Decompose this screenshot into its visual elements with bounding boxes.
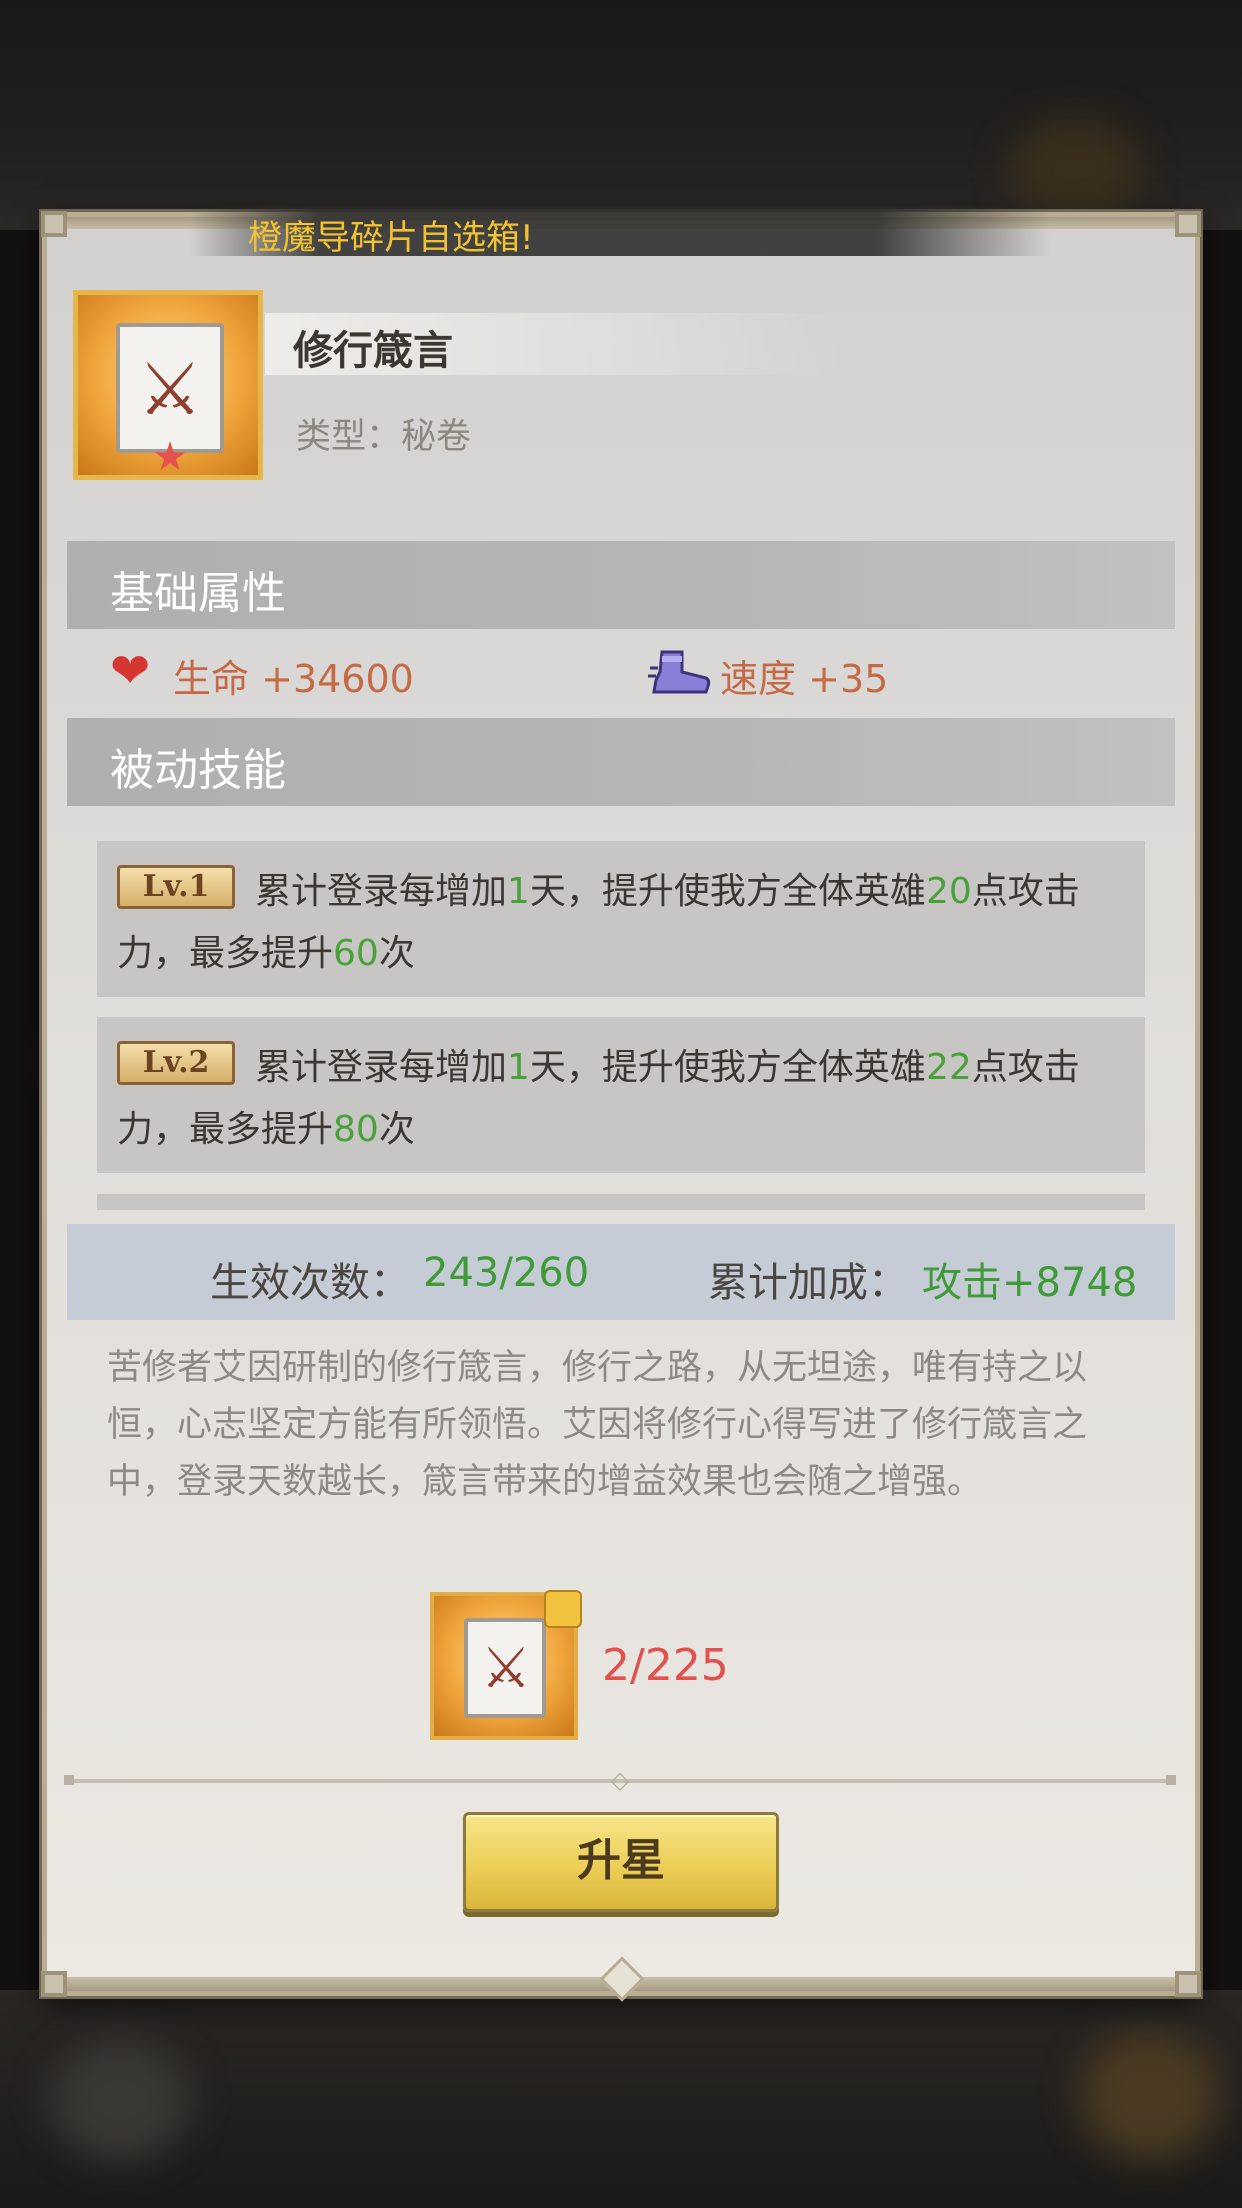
skill-entry: Lv.2 累计登录每增加1天，提升使我方全体英雄22点攻击力，最多提升80次 (97, 1017, 1145, 1173)
dialog-bottom-ornament (599, 1956, 645, 2002)
background-blob (50, 2040, 190, 2160)
skill-list-scroll-area[interactable] (97, 1194, 1145, 1210)
section-title: 基础属性 (110, 568, 286, 619)
skill-number: 22 (925, 1047, 972, 1088)
frame-corner-ornament (1175, 1971, 1201, 1997)
star-icon: ★ (152, 434, 188, 480)
skill-text-segment: 次 (378, 933, 415, 974)
stat-value: +35 (808, 657, 889, 701)
fragment-count: 2/225 (602, 1640, 729, 1691)
crossed-swords-icon: ⚔ (480, 1636, 532, 1701)
stat-label: 速度 (720, 657, 797, 701)
marquee-text: 橙魔导碎片自选箱! (248, 218, 534, 258)
background-blob (1080, 2030, 1220, 2160)
item-icon-frame: ⚔ ★ (73, 290, 263, 480)
puzzle-piece-icon (544, 1590, 582, 1628)
skill-entry: Lv.1 累计登录每增加1天，提升使我方全体英雄20点攻击力，最多提升60次 (97, 841, 1145, 997)
boot-icon (648, 650, 711, 694)
announcement-marquee: 橙魔导碎片自选箱! (190, 206, 1050, 258)
skill-number: 20 (925, 871, 972, 912)
skill-text-segment: 累计登录每增加 (255, 1047, 508, 1088)
item-type-value: 秘卷 (401, 417, 472, 457)
divider-end-ornament (64, 1775, 74, 1785)
skill-number: 1 (507, 1047, 530, 1088)
skill-number: 60 (333, 933, 379, 974)
accumulated-bonus-label: 累计加成： (708, 1260, 908, 1306)
divider-end-ornament (1166, 1775, 1176, 1785)
item-description: 苦修者艾因研制的修行箴言，修行之路，从无坦途，唯有持之以恒，心志坚定方能有所领悟… (107, 1348, 1088, 1502)
section-title: 被动技能 (110, 745, 286, 796)
section-header-basic-attributes: 基础属性 (67, 541, 1175, 629)
heart-icon: ❤ (110, 643, 151, 699)
stat-value: +34600 (261, 657, 414, 701)
section-header-passive-skills: 被动技能 (67, 718, 1175, 806)
frame-corner-ornament (41, 1971, 67, 1997)
skill-number: 80 (333, 1109, 379, 1150)
accumulated-bonus-value: 攻击+8748 (922, 1260, 1138, 1306)
stat-speed: 速度 +35 (720, 648, 888, 703)
skill-text-segment: 天，提升使我方全体英雄 (529, 1047, 926, 1088)
divider-center-ornament: ◇ (610, 1766, 630, 1794)
effect-count-value: 243/260 (423, 1250, 590, 1296)
frame-corner-ornament (1175, 211, 1201, 237)
effect-count-label: 生效次数： (210, 1260, 410, 1306)
skill-text-segment: 次 (378, 1109, 415, 1150)
item-type-label: 类型： (296, 417, 402, 457)
frame-corner-ornament (41, 211, 67, 237)
stat-hp: 生命 +34600 (173, 648, 414, 703)
upgrade-star-button[interactable]: 升星 (463, 1812, 779, 1912)
skill-description: 累计登录每增加1天，提升使我方全体英雄22点攻击力，最多提升80次 (117, 1037, 1117, 1161)
skill-text-segment: 天，提升使我方全体英雄 (529, 871, 926, 912)
item-type: 类型：秘卷 (296, 408, 471, 459)
skill-number: 1 (507, 871, 530, 912)
skill-description: 累计登录每增加1天，提升使我方全体英雄20点攻击力，最多提升60次 (117, 861, 1117, 985)
stat-label: 生命 (173, 657, 250, 701)
crossed-swords-icon: ⚔ (137, 347, 203, 431)
skill-text-segment: 累计登录每增加 (255, 871, 508, 912)
item-name: 修行箴言 (293, 328, 453, 374)
sword-tome-icon: ⚔ (464, 1618, 546, 1718)
background-blob (1010, 120, 1140, 220)
